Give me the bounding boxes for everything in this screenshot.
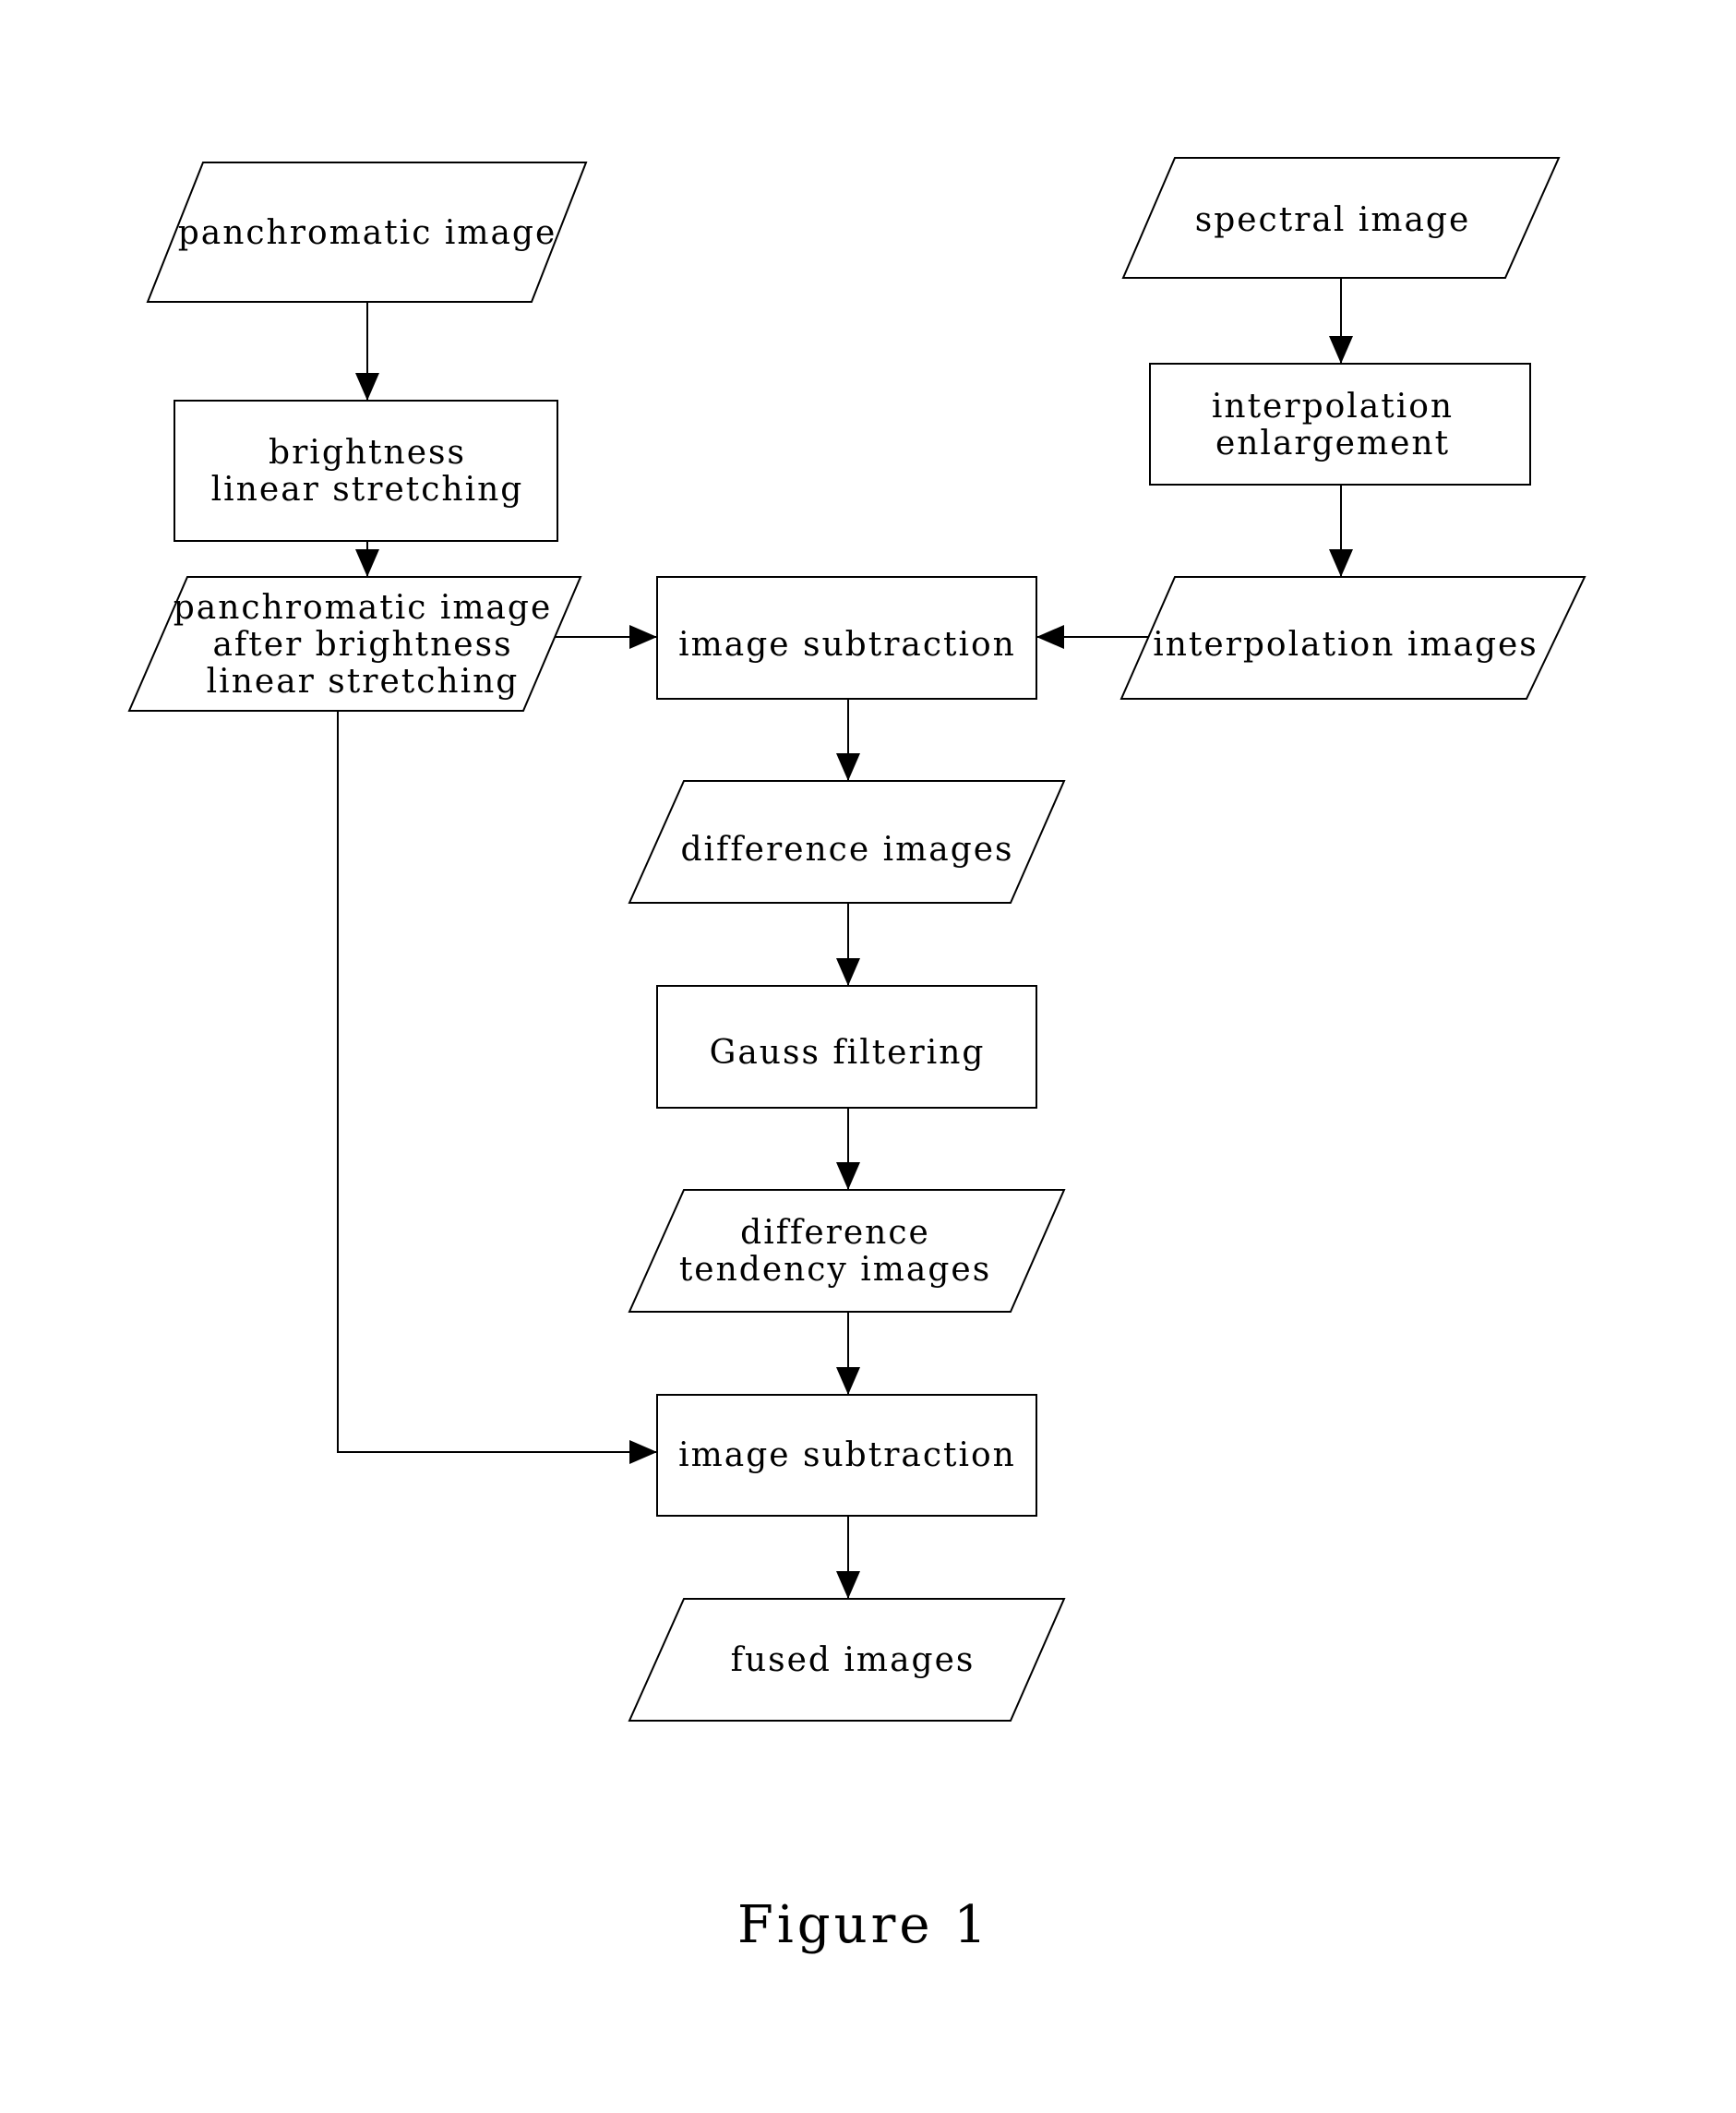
arrowhead-icon bbox=[1329, 549, 1353, 577]
arrowhead-icon bbox=[629, 1440, 657, 1464]
edge-pan_after-to-subtract2 bbox=[337, 711, 657, 1453]
node-gauss: Gauss filtering bbox=[656, 985, 1037, 1109]
arrowhead-icon bbox=[836, 958, 860, 986]
node-brightness: brightnesslinear stretching bbox=[174, 400, 558, 542]
node-label: panchromatic image bbox=[174, 589, 553, 627]
arrowhead-icon bbox=[836, 1571, 860, 1599]
arrowhead-icon bbox=[836, 753, 860, 781]
node-label: fused images bbox=[731, 1641, 976, 1679]
arrowhead-icon bbox=[1329, 336, 1353, 364]
node-label: after brightness bbox=[212, 626, 512, 664]
node-label: Gauss filtering bbox=[710, 1034, 986, 1072]
figure-caption: Figure 1 bbox=[737, 1895, 990, 1955]
node-label: difference images bbox=[680, 831, 1013, 869]
node-diff-tendency: differencetendency images bbox=[628, 1189, 1066, 1313]
flowchart: panchromatic imagebrightnesslinear stret… bbox=[127, 157, 1586, 1955]
node-label: interpolation images bbox=[1153, 626, 1538, 664]
node-spectral: spectral image bbox=[1121, 157, 1561, 279]
node-label: linear stretching bbox=[207, 663, 520, 701]
node-label: interpolation bbox=[1212, 388, 1454, 426]
node-panchromatic: panchromatic image bbox=[146, 162, 588, 303]
node-label: panchromatic image bbox=[178, 214, 557, 252]
arrowhead-icon bbox=[629, 625, 657, 649]
node-label: brightness bbox=[269, 434, 466, 472]
node-fused: fused images bbox=[628, 1598, 1066, 1722]
node-label: spectral image bbox=[1195, 201, 1471, 239]
arrowhead-icon bbox=[836, 1367, 860, 1395]
node-label: difference bbox=[740, 1214, 930, 1252]
node-subtract2: image subtraction bbox=[656, 1394, 1037, 1517]
node-label: enlargement bbox=[1215, 425, 1450, 462]
node-subtract1: image subtraction bbox=[656, 576, 1037, 700]
node-label: image subtraction bbox=[678, 626, 1016, 664]
node-interp-enlarge: interpolationenlargement bbox=[1149, 363, 1531, 486]
node-label: linear stretching bbox=[211, 471, 524, 509]
arrowhead-icon bbox=[836, 1162, 860, 1190]
node-diff-images: difference images bbox=[628, 780, 1066, 904]
node-label: tendency images bbox=[679, 1251, 991, 1289]
arrowhead-icon bbox=[355, 373, 379, 401]
node-interp-images: interpolation images bbox=[1119, 576, 1586, 700]
arrowhead-icon bbox=[1036, 625, 1064, 649]
arrowhead-icon bbox=[355, 549, 379, 577]
node-pan-after: panchromatic imageafter brightnesslinear… bbox=[127, 576, 582, 712]
node-label: image subtraction bbox=[678, 1436, 1016, 1474]
